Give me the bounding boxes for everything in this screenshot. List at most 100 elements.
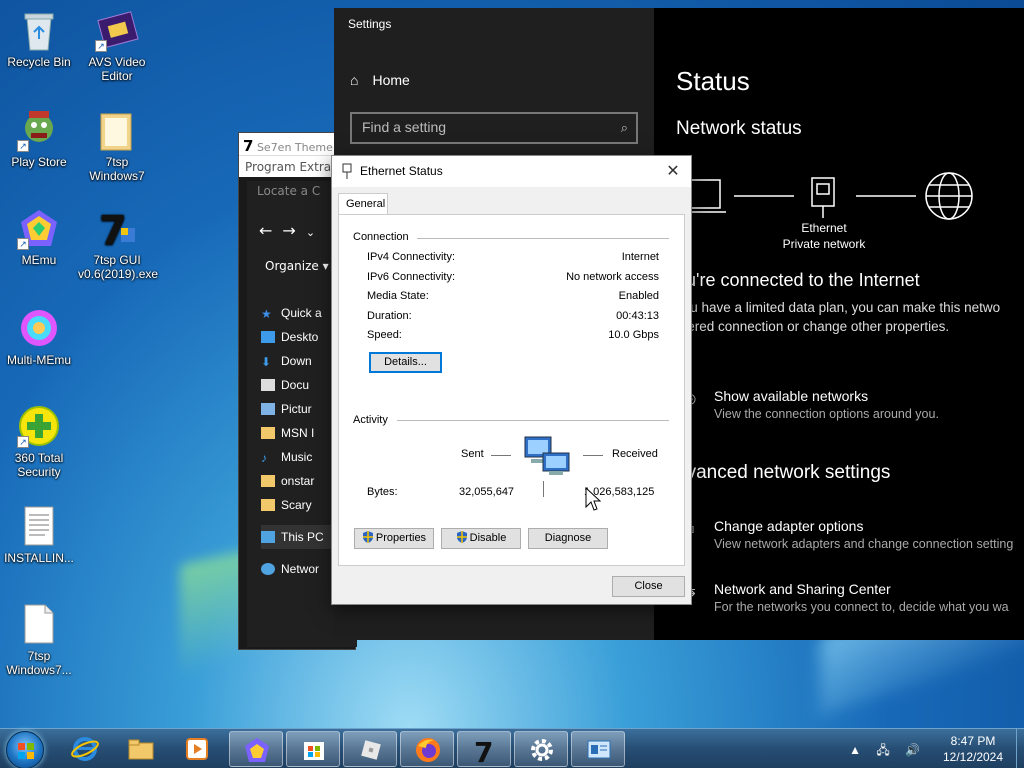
change-adapter-label: Change adapter options <box>714 518 864 534</box>
speed-row: Speed: 10.0 Gbps <box>367 329 659 345</box>
folder-icon <box>261 499 275 511</box>
sent-dash <box>491 455 511 456</box>
star-icon: ★ <box>261 307 272 321</box>
memu-icon <box>245 738 269 762</box>
bytes-label: Bytes: <box>367 486 398 498</box>
mouse-cursor-icon <box>585 487 601 511</box>
globe-icon <box>925 172 973 220</box>
download-arrow-icon: ⬇ <box>261 355 272 369</box>
start-button[interactable] <box>6 731 44 768</box>
search-icon[interactable]: ⌕ <box>621 120 628 136</box>
network-icon <box>261 563 275 575</box>
group-divider <box>417 238 669 239</box>
folder-icon <box>128 739 154 760</box>
clock[interactable]: 8:47 PM 12/12/2024 <box>938 733 1008 765</box>
desktop-icon-recycle-bin[interactable]: Recycle Bin <box>0 8 78 69</box>
desktop-icon-7tsp-windows7[interactable]: 7tsp Windows7 <box>78 108 156 183</box>
ipv4-row: IPv4 Connectivity: Internet <box>367 251 659 267</box>
media-state-row: Media State: Enabled <box>367 290 659 306</box>
dialog-title-bar: Ethernet Status ✕ <box>332 156 691 187</box>
show-available-networks-link[interactable]: ◎ Show available networks View the conne… <box>684 388 939 421</box>
store-icon <box>304 742 324 760</box>
shortcut-arrow-icon: ↗ <box>17 436 29 448</box>
connection-group-label: Connection <box>353 231 409 243</box>
page-title: Status <box>676 66 750 96</box>
windows-logo-icon <box>18 743 34 759</box>
desktop-icon-label: Play Store <box>11 155 67 169</box>
row-label: Media State: <box>367 290 429 302</box>
group-divider <box>397 420 669 421</box>
clock-date: 12/12/2024 <box>942 750 1004 764</box>
find-setting-search-input[interactable]: Find a setting ⌕ <box>350 112 638 144</box>
taskbar-microsoft-store[interactable] <box>286 731 340 767</box>
taskbar-7tsp[interactable]: 7 <box>457 731 511 767</box>
taskbar-roblox[interactable] <box>343 731 397 767</box>
network-sharing-center-link[interactable]: ⇆ Network and Sharing Center For the net… <box>684 581 1009 614</box>
row-value: Internet <box>621 251 659 263</box>
multi-memu-icon <box>17 306 61 350</box>
shortcut-arrow-icon: ↗ <box>17 238 29 250</box>
desktop-icon-label: 360 Total Security <box>14 451 64 479</box>
row-label: Speed: <box>367 329 402 341</box>
taskbar-media-player[interactable] <box>170 731 224 767</box>
desktop-icon-play-store[interactable]: ↗ Play Store <box>0 108 78 169</box>
properties-label: Properties <box>375 532 427 544</box>
taskbar-memu[interactable] <box>229 731 283 767</box>
diagnose-button[interactable]: Diagnose <box>528 528 608 549</box>
row-value: 10.0 Gbps <box>608 329 659 341</box>
desktop-icon-multi-memu[interactable]: Multi-MEmu <box>0 306 78 367</box>
disable-button[interactable]: Disable <box>441 528 521 549</box>
system-tray: ▲ 🖧 🔊 8:47 PM 12/12/2024 <box>849 729 1014 768</box>
game-character-icon: ↗ <box>17 108 61 152</box>
explorer-nav-arrows[interactable]: ←→⌄ <box>259 221 325 240</box>
home-nav-item[interactable]: ⌂ Home <box>350 72 410 88</box>
desktop-icon-installin[interactable]: INSTALLIN... <box>0 504 78 565</box>
home-icon: ⌂ <box>350 72 359 88</box>
desktop-icon-label: 7tsp GUI v0.6(2019).exe <box>78 253 159 281</box>
network-status-heading: Network status <box>676 118 802 139</box>
ipv6-row: IPv6 Connectivity: No network access <box>367 271 659 287</box>
folder-icon <box>95 108 139 152</box>
desktop-icon-7tsp-windows7-file[interactable]: 7tsp Windows7... <box>0 602 78 677</box>
taskbar-control-panel[interactable] <box>571 731 625 767</box>
desktop-icon-label: 7tsp Windows7 <box>89 155 145 183</box>
desktop-icon-7tsp-gui[interactable]: 7 7tsp GUI v0.6(2019).exe <box>78 206 159 281</box>
tray-icons[interactable]: ▲ 🖧 🔊 <box>849 741 926 762</box>
taskbar-settings[interactable] <box>514 731 568 767</box>
chevron-down-icon[interactable]: ⌄ <box>306 226 325 239</box>
activity-group-label: Activity <box>353 414 388 426</box>
row-value: No network access <box>566 271 659 283</box>
dialog-title: Ethernet Status <box>360 164 443 178</box>
change-adapter-options-link[interactable]: ⧉ Change adapter options View network ad… <box>684 518 1013 551</box>
show-desktop-button[interactable] <box>1016 729 1024 768</box>
desktop-icon-avs-video-editor[interactable]: ↗ AVS Video Editor <box>78 8 156 83</box>
properties-button[interactable]: Properties <box>354 528 434 549</box>
taskbar-internet-explorer[interactable] <box>58 731 112 767</box>
desktop-icon-label: AVS Video Editor <box>88 55 146 83</box>
details-button[interactable]: Details... <box>369 352 442 373</box>
limited-data-line: you have a limited data plan, you can ma… <box>676 300 1001 315</box>
close-button[interactable]: Close <box>612 576 685 597</box>
forward-arrow-icon[interactable]: → <box>282 221 305 240</box>
back-arrow-icon[interactable]: ← <box>259 221 282 240</box>
picture-icon <box>261 403 275 415</box>
desktop-icon-360-total-security[interactable]: ↗ 360 Total Security <box>0 404 78 479</box>
close-icon[interactable]: ✕ <box>663 161 683 181</box>
organize-button[interactable]: Organize ▾ <box>265 259 329 273</box>
bytes-divider <box>543 481 544 497</box>
received-label: Received <box>612 448 658 460</box>
change-adapter-description: View network adapters and change connect… <box>714 537 1014 551</box>
ethernet-status-dialog[interactable]: Ethernet Status ✕ General Connection IPv… <box>331 155 692 605</box>
row-value: 00:43:13 <box>616 310 659 322</box>
row-label: IPv6 Connectivity: <box>367 271 456 283</box>
tab-general[interactable]: General <box>338 193 388 215</box>
desktop-icon-memu[interactable]: ↗ MEmu <box>0 206 78 267</box>
general-tab-panel: Connection IPv4 Connectivity: Internet I… <box>338 214 685 566</box>
bytes-sent-value: 32,055,647 <box>459 486 515 498</box>
recycle-bin-icon <box>17 8 61 52</box>
security-plus-icon: ↗ <box>17 404 61 448</box>
taskbar-file-explorer[interactable] <box>114 731 168 767</box>
taskbar: 7 ▲ 🖧 🔊 8:47 PM 12/12/2024 <box>0 728 1024 768</box>
taskbar-firefox[interactable] <box>400 731 454 767</box>
media-play-icon <box>186 738 208 760</box>
